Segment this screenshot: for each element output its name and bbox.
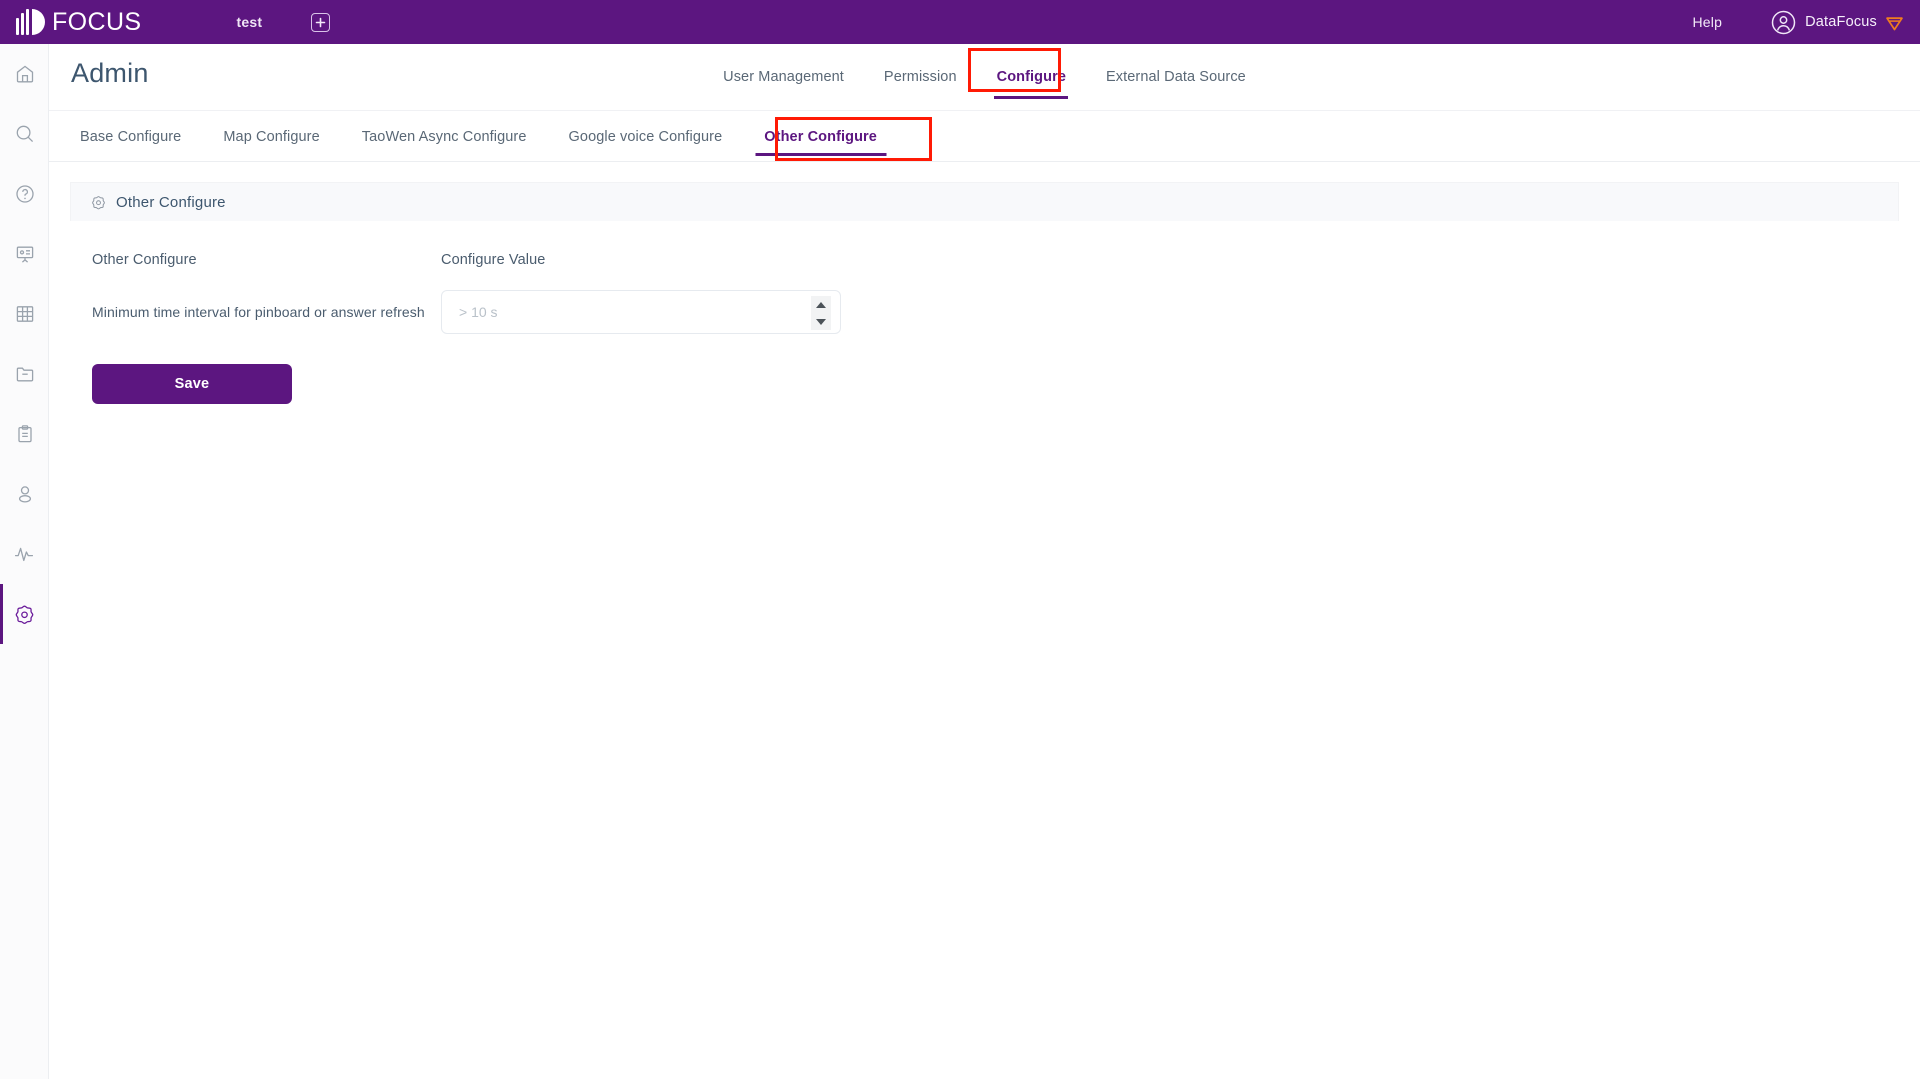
tab-permission[interactable]: Permission bbox=[864, 44, 977, 110]
activity-icon bbox=[14, 544, 36, 564]
stepper-up-icon[interactable] bbox=[816, 301, 826, 308]
actions-row: Save bbox=[70, 347, 1899, 404]
sidebar-item-pinboard[interactable] bbox=[0, 224, 49, 284]
help-link[interactable]: Help bbox=[1692, 14, 1722, 30]
tab-external-data-source[interactable]: External Data Source bbox=[1086, 44, 1266, 110]
stepper-down-icon[interactable] bbox=[816, 318, 826, 325]
subtab-base-configure[interactable]: Base Configure bbox=[59, 111, 202, 163]
home-icon bbox=[15, 64, 35, 84]
sub-nav-bar: Base Configure Map Configure TaoWen Asyn… bbox=[49, 110, 1920, 162]
content-area: Other Configure Other Configure Configur… bbox=[49, 162, 1920, 404]
help-circle-icon bbox=[15, 184, 35, 204]
sidebar-item-settings[interactable] bbox=[0, 584, 49, 644]
sidebar-item-user[interactable] bbox=[0, 464, 49, 524]
pinboard-icon bbox=[15, 244, 35, 264]
sidebar-item-table[interactable] bbox=[0, 284, 49, 344]
page-header: Admin User Management Permission Configu… bbox=[49, 44, 1920, 110]
sidebar-item-activity[interactable] bbox=[0, 524, 49, 584]
focus-logo-icon bbox=[16, 9, 45, 35]
quantity-stepper[interactable] bbox=[811, 296, 831, 330]
tab-user-management[interactable]: User Management bbox=[703, 44, 864, 110]
folder-icon bbox=[15, 364, 35, 384]
plus-square-icon[interactable] bbox=[311, 12, 331, 32]
table-icon bbox=[15, 304, 35, 324]
subtab-taowen-async-configure[interactable]: TaoWen Async Configure bbox=[341, 111, 548, 163]
subtab-other-configure[interactable]: Other Configure bbox=[743, 111, 898, 163]
sidebar-item-clipboard[interactable] bbox=[0, 404, 49, 464]
config-value-cell bbox=[441, 290, 861, 334]
user-name[interactable]: DataFocus bbox=[1805, 14, 1877, 30]
user-circle-icon[interactable] bbox=[1771, 10, 1796, 35]
column-header-value: Configure Value bbox=[441, 252, 546, 268]
section-title: Other Configure bbox=[116, 193, 226, 211]
sidebar-item-help[interactable] bbox=[0, 164, 49, 224]
subtab-google-voice-configure[interactable]: Google voice Configure bbox=[548, 111, 744, 163]
refresh-interval-field[interactable] bbox=[441, 290, 841, 334]
brand-logo[interactable]: FOCUS bbox=[16, 8, 142, 37]
column-header-name: Other Configure bbox=[92, 252, 197, 268]
gem-icon bbox=[1885, 13, 1904, 32]
page-root: Admin User Management Permission Configu… bbox=[49, 44, 1920, 1079]
refresh-interval-input[interactable] bbox=[442, 291, 792, 333]
top-right-group: Help DataFocus bbox=[1692, 10, 1904, 35]
sidebar-rail bbox=[0, 44, 49, 1079]
main-nav: User Management Permission Configure Ext… bbox=[49, 44, 1920, 110]
save-button[interactable]: Save bbox=[92, 364, 292, 404]
sidebar-item-search[interactable] bbox=[0, 104, 49, 164]
tab-configure[interactable]: Configure bbox=[977, 44, 1086, 110]
workspace-tab[interactable]: test bbox=[237, 14, 263, 30]
user-icon bbox=[15, 484, 35, 504]
config-label: Minimum time interval for pinboard or an… bbox=[92, 304, 425, 320]
sidebar-item-home[interactable] bbox=[0, 44, 49, 104]
sub-nav: Base Configure Map Configure TaoWen Asyn… bbox=[49, 111, 1920, 163]
top-bar: FOCUS test Help DataFocus bbox=[0, 0, 1920, 44]
brand-name: FOCUS bbox=[52, 7, 142, 36]
search-icon bbox=[15, 124, 35, 144]
config-table: Other Configure Configure Value Minimum … bbox=[70, 221, 1899, 347]
section-header: Other Configure bbox=[70, 182, 1899, 221]
subtab-map-configure[interactable]: Map Configure bbox=[202, 111, 340, 163]
clipboard-icon bbox=[15, 424, 35, 444]
gear-icon bbox=[91, 195, 106, 210]
table-row: Minimum time interval for pinboard or an… bbox=[92, 277, 1899, 347]
sidebar-item-folder[interactable] bbox=[0, 344, 49, 404]
settings-gear-icon bbox=[14, 604, 35, 625]
table-header-row: Other Configure Configure Value bbox=[92, 243, 1899, 277]
